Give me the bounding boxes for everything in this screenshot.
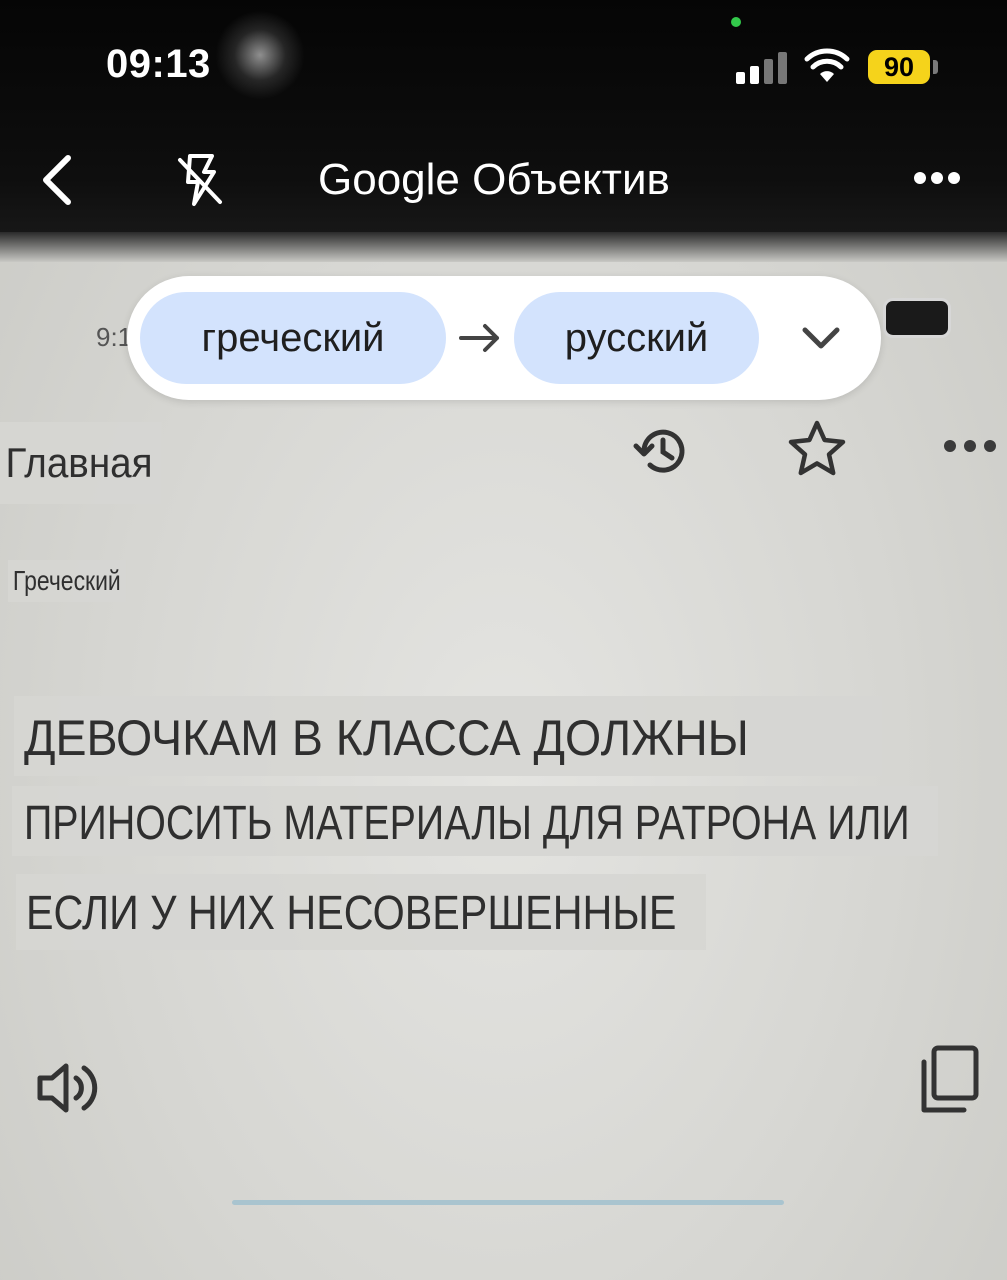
privacy-indicator (731, 17, 741, 27)
translated-home-label[interactable]: Главная (0, 422, 162, 504)
source-language-chip[interactable]: греческий (140, 292, 446, 384)
history-icon (633, 429, 685, 473)
translated-line[interactable]: ДЕВОЧКАМ В КЛАССА ДОЛЖНЫ (14, 696, 882, 776)
target-language-chip[interactable]: русский (514, 292, 759, 384)
star-icon (788, 420, 846, 476)
chevron-down-icon[interactable] (799, 318, 843, 358)
scene-underline (232, 1200, 784, 1205)
more-horizontal-icon (940, 440, 1000, 454)
battery-tip (933, 60, 938, 74)
copy-icon (921, 1045, 979, 1113)
speaker-icon (37, 1063, 98, 1113)
translated-line-text: ДЕВОЧКАМ В КЛАССА ДОЛЖНЫ (24, 710, 749, 766)
translated-line-text: ПРИНОСИТЬ МАТЕРИАЛЫ ДЛЯ РАТРОНА ИЛИ (24, 797, 910, 850)
translated-line[interactable]: ПРИНОСИТЬ МАТЕРИАЛЫ ДЛЯ РАТРОНА ИЛИ (12, 786, 938, 856)
camera-top-dark (0, 0, 1007, 255)
more-dot-icon (948, 172, 960, 184)
page-title: Google Объектив (318, 155, 670, 204)
scene-battery (883, 298, 951, 338)
translated-line-text: ЕСЛИ У НИХ НЕСОВЕРШЕННЫЕ (26, 887, 677, 940)
arrow-right-icon[interactable] (457, 320, 503, 356)
more-dot-icon (931, 172, 943, 184)
flash-off-icon[interactable] (170, 150, 230, 210)
screen-edge (0, 232, 1007, 262)
wifi-icon (804, 48, 850, 82)
cellular-signal-icon (736, 52, 788, 84)
more-options-button[interactable] (912, 168, 960, 188)
battery-indicator: 90 (868, 50, 930, 84)
light-glare (215, 10, 305, 100)
status-time: 09:13 (106, 42, 211, 86)
language-selector: греческий русский (127, 276, 881, 400)
translated-language-label[interactable]: Греческий (8, 560, 126, 602)
chevron-left-icon[interactable] (36, 150, 84, 210)
more-dot-icon (914, 172, 926, 184)
translated-line[interactable]: ЕСЛИ У НИХ НЕСОВЕРШЕННЫЕ (16, 874, 706, 950)
